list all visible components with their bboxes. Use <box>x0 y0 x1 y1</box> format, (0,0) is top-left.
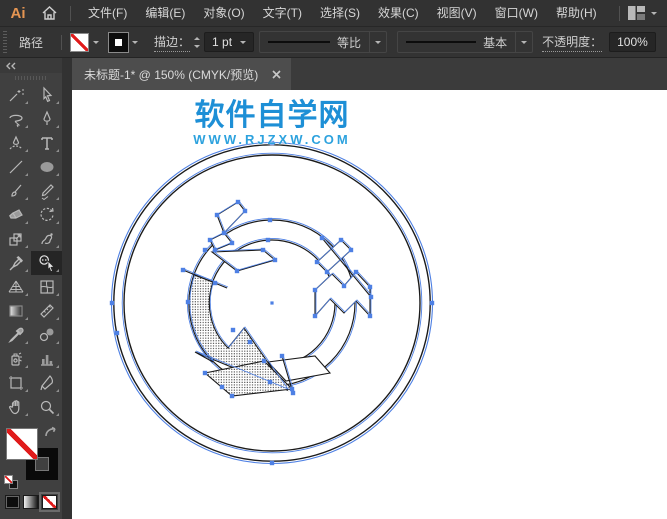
menubar-item[interactable]: 文件(F) <box>79 0 136 26</box>
hand-tool[interactable] <box>0 395 31 419</box>
mesh-tool[interactable] <box>31 275 62 299</box>
panel-grip[interactable] <box>2 31 9 53</box>
basic-brush-preview <box>406 41 477 43</box>
puppet-warp-tool[interactable] <box>31 227 62 251</box>
width-profile-dropdown[interactable]: 等比 <box>259 31 388 53</box>
menu-list: 文件(F) 编辑(E) 对象(O) 文字(T) 选择(S) 效果(C) 视图(V) 窗口(W)… <box>79 0 606 26</box>
chevron-down-icon[interactable] <box>521 41 528 47</box>
tab-bar: 未标题-1* @ 150% (CMYK/预览) <box>72 58 667 90</box>
opacity-field[interactable]: 100% <box>609 32 656 52</box>
brush-definition-dropdown[interactable]: 基本 <box>397 31 534 53</box>
slice-tool[interactable] <box>31 371 62 395</box>
workspace-icon <box>628 6 645 20</box>
menubar-item[interactable]: 帮助(H) <box>547 0 606 26</box>
measure-tool[interactable] <box>31 299 62 323</box>
gradient-tool[interactable] <box>0 299 31 323</box>
color-mode-button[interactable] <box>5 495 21 509</box>
workspace-switcher[interactable] <box>628 6 657 20</box>
uniform-profile-preview <box>268 41 331 43</box>
document-area: 未标题-1* @ 150% (CMYK/预览) 软件自学网 WWW.RJZXW.… <box>72 58 667 519</box>
document-tab[interactable]: 未标题-1* @ 150% (CMYK/预览) <box>72 58 292 90</box>
eraser-tool[interactable] <box>0 203 31 227</box>
menubar-item[interactable]: 编辑(E) <box>136 0 194 26</box>
direct-selection-tool[interactable] <box>31 83 62 107</box>
divider <box>70 5 71 21</box>
fill-swatch-none[interactable] <box>6 428 38 460</box>
blend-tool[interactable] <box>31 323 62 347</box>
double-chevron-left-icon <box>6 62 16 69</box>
stroke-weight-label[interactable]: 描边： <box>154 33 191 52</box>
default-fill-stroke-icon[interactable] <box>4 475 18 489</box>
shape-builder-tool[interactable] <box>31 251 62 275</box>
type-tool[interactable] <box>31 131 62 155</box>
fill-stroke-controls <box>0 425 62 489</box>
swap-fill-stroke-icon[interactable] <box>44 426 58 444</box>
profile-label: 等比 <box>337 35 362 50</box>
fill-color-control[interactable] <box>70 32 100 52</box>
eyedropper-tool[interactable] <box>0 323 31 347</box>
selected-artwork[interactable] <box>72 90 667 519</box>
menubar-item[interactable]: 选择(S) <box>311 0 369 26</box>
chevron-down-icon <box>651 12 657 18</box>
artboard-tool[interactable] <box>0 371 31 395</box>
pin-tool[interactable] <box>0 251 31 275</box>
line-segment-tool[interactable] <box>0 155 31 179</box>
paintbrush-tool[interactable] <box>0 179 31 203</box>
recycle-arrow-right[interactable] <box>314 236 373 318</box>
menubar-item[interactable]: 文字(T) <box>254 0 311 26</box>
chevron-down-icon[interactable] <box>240 41 247 47</box>
document-tab-title: 未标题-1* @ 150% (CMYK/预览) <box>84 67 259 82</box>
column-graph-tool[interactable] <box>31 347 62 371</box>
artboard-canvas[interactable]: 软件自学网 WWW.RJZXW.COM <box>72 90 667 519</box>
selection-type-label: 路径 <box>19 35 44 50</box>
panel-collapse-button[interactable] <box>0 58 62 73</box>
opacity-label[interactable]: 不透明度： <box>542 33 603 52</box>
main-area: 未标题-1* @ 150% (CMYK/预览) 软件自学网 WWW.RJZXW.… <box>0 58 667 519</box>
menubar: Ai 文件(F) 编辑(E) 对象(O) 文字(T) 选择(S) 效果(C) 视图(V) 窗口… <box>0 0 667 26</box>
chevron-down-icon[interactable] <box>132 41 139 47</box>
divider <box>61 34 63 50</box>
gradient-mode-button[interactable] <box>23 495 39 509</box>
close-icon[interactable] <box>272 69 281 79</box>
menubar-item[interactable]: 窗口(W) <box>486 0 547 26</box>
chevron-down-icon[interactable] <box>375 41 382 47</box>
magic-wand-tool[interactable] <box>0 83 31 107</box>
tools-panel <box>0 58 62 519</box>
stroke-weight-stepper[interactable] <box>194 34 201 51</box>
fill-none-swatch[interactable] <box>70 32 90 52</box>
perspective-grid-tool[interactable] <box>0 275 31 299</box>
app-logo[interactable]: Ai <box>0 5 36 22</box>
none-mode-button[interactable] <box>38 492 61 512</box>
chevron-down-icon[interactable] <box>93 41 100 47</box>
lasso-tool[interactable] <box>0 107 31 131</box>
shaper-tool[interactable] <box>31 179 62 203</box>
control-bar: 路径 描边： 1 pt 等比 基本 不透明度： 100% <box>0 26 667 58</box>
color-mode-buttons <box>0 489 62 512</box>
zoom-tool[interactable] <box>31 395 62 419</box>
divider <box>619 5 620 21</box>
curvature-tool[interactable] <box>0 131 31 155</box>
rotate-tool[interactable] <box>31 203 62 227</box>
scale-tool[interactable] <box>0 227 31 251</box>
brush-label: 基本 <box>483 35 508 50</box>
tool-grid <box>0 83 62 419</box>
stroke-color-control[interactable] <box>108 31 139 53</box>
stroke-black-swatch[interactable] <box>108 31 130 53</box>
stroke-weight-value: 1 pt <box>212 35 233 49</box>
pen-tool[interactable] <box>31 107 62 131</box>
center-point[interactable] <box>270 301 274 305</box>
home-icon[interactable] <box>36 6 62 20</box>
symbol-sprayer-tool[interactable] <box>0 347 31 371</box>
step-up-icon[interactable] <box>194 34 201 40</box>
menubar-item[interactable]: 对象(O) <box>194 0 253 26</box>
step-down-icon[interactable] <box>194 44 201 51</box>
opacity-value: 100% <box>617 35 648 49</box>
panel-grip[interactable] <box>0 73 62 83</box>
menubar-item[interactable]: 视图(V) <box>428 0 486 26</box>
ellipse-tool[interactable] <box>31 155 62 179</box>
menubar-item[interactable]: 效果(C) <box>369 0 428 26</box>
stroke-weight-field[interactable]: 1 pt <box>204 32 255 52</box>
